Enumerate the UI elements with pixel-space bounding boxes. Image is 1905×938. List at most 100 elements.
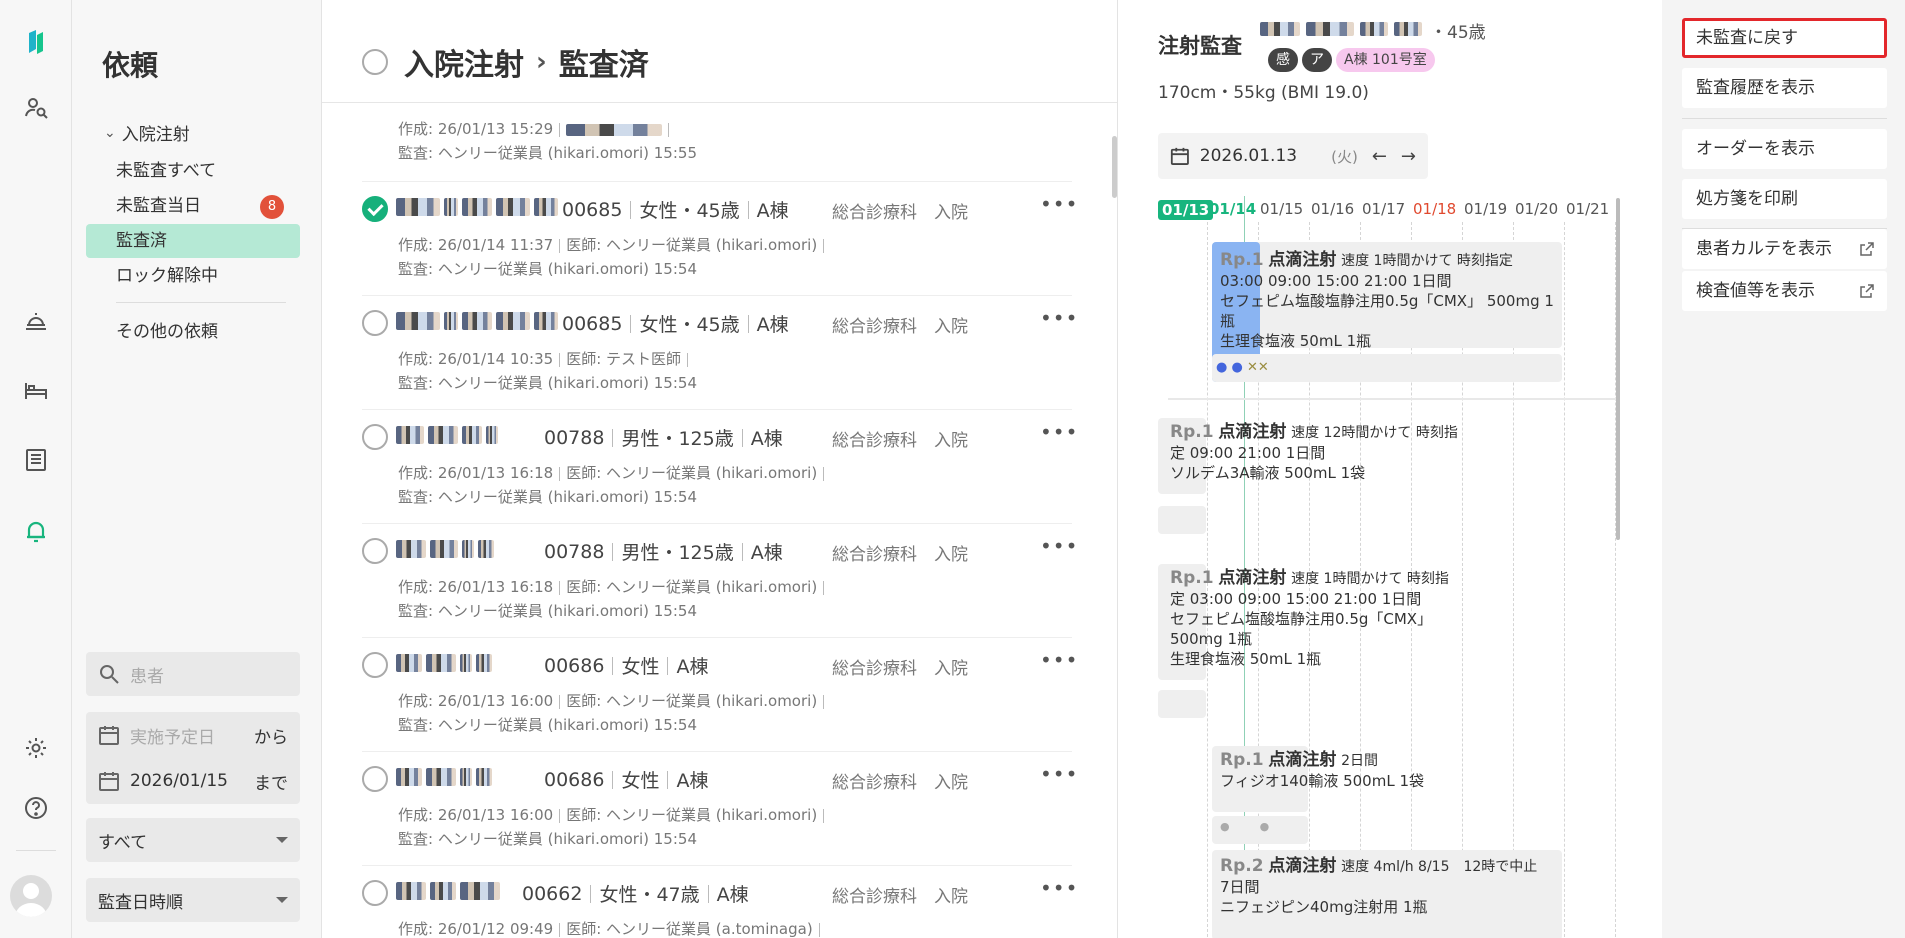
date-to-input[interactable]: 2026/01/15 まで: [98, 758, 288, 804]
sidebar-group-inpatient-injection[interactable]: ⌄ 入院注射: [104, 120, 190, 146]
search-placeholder: 患者: [130, 666, 164, 687]
action-divider: [1682, 118, 1887, 119]
body-measurements: 170cm・55kg (BMI 19.0): [1158, 83, 1369, 103]
patient-name-redacted: [396, 768, 492, 786]
row-checkbox[interactable]: [362, 652, 388, 678]
patient-id: 00788: [544, 426, 605, 449]
bed-icon[interactable]: [16, 370, 56, 410]
patient-gender-age: 男性・125歳: [621, 428, 734, 450]
row-checkbox[interactable]: [362, 310, 388, 336]
admission-type: 入院: [934, 887, 968, 907]
patient-name-redacted: [396, 312, 558, 330]
row-meta-audited: 監査: ヘンリー従業員 (hikari.omori) 15:54: [398, 602, 697, 620]
more-options-button[interactable]: •••: [1040, 648, 1078, 672]
list-item[interactable]: 00686 女性 A棟 総合診療科 入院 ••• 作成: 26/01/13 16…: [362, 638, 1077, 752]
help-icon[interactable]: [16, 788, 56, 828]
sidebar-item-unlocked[interactable]: ロック解除中: [86, 259, 300, 293]
list-item[interactable]: 00662 女性・47歳 A棟 総合診療科 入院 ••• 作成: 26/01/1…: [362, 866, 1077, 938]
date-to-value: 2026/01/15: [130, 771, 228, 791]
patient-info: 00685 女性・45歳 A棟: [562, 310, 789, 337]
user-avatar[interactable]: [10, 875, 52, 917]
count-badge: 8: [260, 195, 284, 219]
sidebar-divider: [116, 302, 286, 303]
rx-drug: ソルデム3A輸液 500mL 1袋: [1170, 464, 1366, 482]
list-item[interactable]: 00788 男性・125歳 A棟 総合診療科 入院 ••• 作成: 26/01/…: [362, 410, 1077, 524]
audit-detail-panel: 注射監査 ・45歳 感 ア A棟 101号室 170cm・55kg (BMI 1…: [1117, 0, 1662, 938]
revert-to-unaudited-button[interactable]: 未監査に戻す: [1682, 18, 1887, 58]
sidebar-item-label: その他の依頼: [116, 322, 218, 342]
patient-gender-age: 女性・45歳: [639, 200, 740, 222]
row-meta-created: 作成: 26/01/13 16:00 医師: ヘンリー従業員 (hikari.om…: [398, 804, 830, 825]
patient-info: 00788 男性・125歳 A棟: [544, 424, 783, 451]
rx-card[interactable]: Rp.1 点滴注射 速度 1時間かけて 時刻指定 03:00 09:00 15:…: [1220, 250, 1560, 351]
list-item[interactable]: 00788 男性・125歳 A棟 総合診療科 入院 ••• 作成: 26/01/…: [362, 524, 1077, 638]
patient-gender-age: 女性: [621, 770, 660, 792]
admission-type: 入院: [934, 659, 968, 679]
settings-gear-icon[interactable]: [16, 728, 56, 768]
row-checkbox[interactable]: [362, 196, 388, 222]
row-meta-created: 作成: 26/01/13 16:18 医師: ヘンリー従業員 (hikari.om…: [398, 462, 830, 483]
patient-search-icon[interactable]: [16, 88, 56, 128]
list-icon[interactable]: [16, 440, 56, 480]
notification-bell-icon[interactable]: [16, 512, 56, 552]
sidebar-item-other-requests[interactable]: その他の依頼: [86, 315, 300, 349]
reception-bell-icon[interactable]: [16, 300, 56, 340]
page-title: 入院注射 › 監査済: [404, 40, 649, 84]
current-date[interactable]: 2026.01.13: [1200, 146, 1297, 166]
row-meta-created: 作成: 26/01/14 11:37 医師: ヘンリー従業員 (hikari.om…: [398, 234, 830, 255]
row-checkbox[interactable]: [362, 880, 388, 906]
select-all-checkbox[interactable]: [362, 49, 388, 75]
rx-drug: 500mg 1瓶: [1170, 630, 1253, 648]
row-checkbox[interactable]: [362, 766, 388, 792]
rail-divider: [16, 850, 56, 851]
show-lab-values-button[interactable]: 検査値等を表示: [1682, 271, 1887, 311]
sidebar-item-unaudited-today[interactable]: 未監査当日 8: [86, 189, 300, 223]
patient-name-redacted: [396, 882, 500, 900]
calendar-icon[interactable]: [1170, 145, 1190, 167]
more-options-button[interactable]: •••: [1040, 306, 1078, 330]
list-item[interactable]: 00686 女性 A棟 総合診療科 入院 ••• 作成: 26/01/13 16…: [362, 752, 1077, 866]
prev-date-button[interactable]: ←: [1372, 146, 1387, 167]
date-to-suffix: まで: [254, 773, 288, 794]
filter-select[interactable]: すべて: [86, 818, 300, 862]
created-at: 作成: 26/01/13 15:29: [398, 120, 554, 138]
admission-type: 入院: [934, 317, 968, 337]
app-logo-icon[interactable]: [16, 22, 56, 62]
show-order-button[interactable]: オーダーを表示: [1682, 129, 1887, 169]
patient-ward: A棟: [750, 428, 783, 450]
action-label: 患者カルテを表示: [1696, 239, 1832, 259]
row-checkbox[interactable]: [362, 424, 388, 450]
rx-card[interactable]: Rp.1 点滴注射 2日間 フィジオ140輸液 500mL 1袋: [1220, 750, 1540, 791]
sidebar-item-audited[interactable]: 監査済: [86, 224, 300, 258]
print-prescription-button[interactable]: 処方箋を印刷: [1682, 179, 1887, 219]
rx-card[interactable]: Rp.1 点滴注射 速度 1時間かけて 時刻指 定 03:00 09:00 15…: [1170, 568, 1490, 669]
timeline-date: 01/18: [1413, 200, 1457, 218]
sidebar-item-unaudited-all[interactable]: 未監査すべて: [86, 154, 300, 188]
more-options-button[interactable]: •••: [1040, 192, 1078, 216]
list-item[interactable]: 00685 女性・45歳 A棟 総合診療科 入院 ••• 作成: 26/01/1…: [362, 296, 1077, 410]
more-options-button[interactable]: •••: [1040, 420, 1078, 444]
admission-type: 入院: [934, 545, 968, 565]
list-item[interactable]: 00685 女性・45歳 A棟 総合診療科 入院 ••• 作成: 26/01/1…: [362, 182, 1077, 296]
show-patient-chart-button[interactable]: 患者カルテを表示: [1682, 229, 1887, 269]
date-from-placeholder: 実施予定日: [130, 727, 215, 748]
patient-search-input[interactable]: 患者: [86, 652, 300, 696]
rx-card[interactable]: Rp.1 点滴注射 速度 12時間かけて 時刻指 定 09:00 21:00 1…: [1170, 422, 1490, 483]
rx-number: Rp.2: [1220, 856, 1264, 876]
rx-duration: 2日間: [1341, 753, 1379, 769]
more-options-button[interactable]: •••: [1040, 534, 1078, 558]
administration-marks: ●●: [1220, 820, 1300, 833]
timeline-date: 01/17: [1362, 200, 1406, 218]
sort-select[interactable]: 監査日時順: [86, 878, 300, 922]
row-meta-audited: 監査: ヘンリー従業員 (hikari.omori) 15:54: [398, 830, 697, 848]
row-checkbox[interactable]: [362, 538, 388, 564]
next-date-button[interactable]: →: [1401, 146, 1416, 167]
more-options-button[interactable]: •••: [1040, 876, 1078, 900]
patient-id: 00685: [562, 312, 623, 335]
detail-scrollbar[interactable]: [1616, 198, 1620, 540]
rx-card[interactable]: Rp.2 点滴注射 速度 4ml/h 8/15 12時で中止 7日間 ニフェジピ…: [1220, 856, 1560, 917]
row-meta-audited: 監査: ヘンリー従業員 (hikari.omori) 15:54: [398, 260, 697, 278]
more-options-button[interactable]: •••: [1040, 762, 1078, 786]
show-audit-history-button[interactable]: 監査履歴を表示: [1682, 68, 1887, 108]
date-from-input[interactable]: 実施予定日 から: [98, 712, 288, 758]
